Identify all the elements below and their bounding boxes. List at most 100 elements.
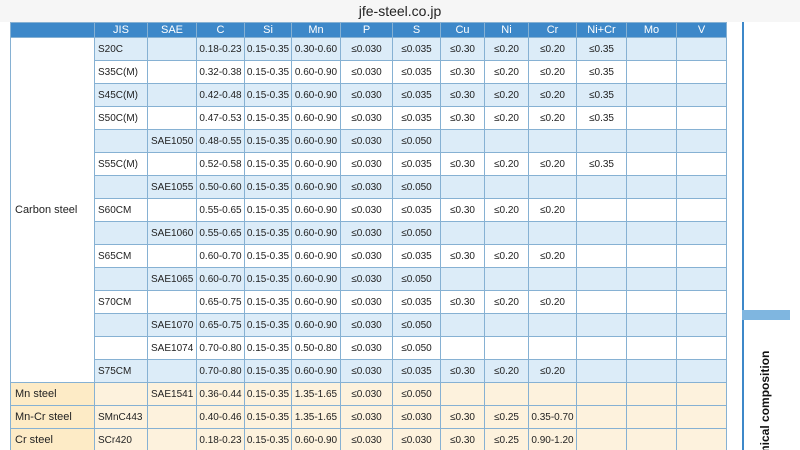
cell-mn: 0.60-0.90 [291, 221, 341, 245]
cell-jis [94, 267, 148, 291]
cell-cr [528, 267, 577, 291]
cell-c: 0.18-0.23 [196, 428, 245, 450]
cell-ni [484, 129, 529, 153]
cell-cr [528, 175, 577, 199]
cell-s: ≤0.035 [392, 83, 441, 107]
cell-mo [626, 106, 677, 130]
cell-s: ≤0.035 [392, 198, 441, 222]
cell-cr: ≤0.20 [528, 83, 577, 107]
cell-ni: ≤0.20 [484, 37, 529, 61]
cell-ni: ≤0.20 [484, 290, 529, 314]
cell-v [676, 83, 727, 107]
table-row: SAE1074 0.70-0.80 0.15-0.35 0.50-0.80 ≤0.030… [11, 336, 727, 360]
cell-s: ≤0.030 [392, 428, 441, 450]
cell-v [676, 60, 727, 84]
cell-v [676, 336, 727, 360]
cell-si: 0.15-0.35 [244, 336, 292, 360]
cell-jis: S55C(M) [94, 152, 148, 176]
cell-nicr [576, 336, 627, 360]
cell-nicr [576, 221, 627, 245]
cell-cr: ≤0.20 [528, 37, 577, 61]
cell-mn: 0.60-0.90 [291, 129, 341, 153]
side-section-marker [742, 310, 790, 320]
cell-nicr: ≤0.35 [576, 106, 627, 130]
cell-c: 0.50-0.60 [196, 175, 245, 199]
cell-v [676, 382, 727, 406]
cell-s: ≤0.035 [392, 290, 441, 314]
table-row: SAE1065 0.60-0.70 0.15-0.35 0.60-0.90 ≤0.030… [11, 267, 727, 291]
cell-c: 0.36-0.44 [196, 382, 245, 406]
cell-jis [94, 336, 148, 360]
table-row: SAE1070 0.65-0.75 0.15-0.35 0.60-0.90 ≤0.030… [11, 313, 727, 337]
header-mn: Mn [291, 22, 341, 38]
cell-v [676, 198, 727, 222]
cell-c: 0.60-0.70 [196, 244, 245, 268]
cell-si: 0.15-0.35 [244, 198, 292, 222]
table-row: S60CM 0.55-0.65 0.15-0.35 0.60-0.90 ≤0.030 ≤0… [11, 198, 727, 222]
cell-cu [440, 267, 485, 291]
cell-p: ≤0.030 [340, 198, 393, 222]
cell-s: ≤0.050 [392, 129, 441, 153]
cell-v [676, 290, 727, 314]
cell-jis [94, 382, 148, 406]
cell-mn: 0.60-0.90 [291, 244, 341, 268]
cell-jis [94, 129, 148, 153]
cell-c: 0.70-0.80 [196, 336, 245, 360]
cell-ni [484, 221, 529, 245]
cell-c: 0.65-0.75 [196, 290, 245, 314]
cell-sae [147, 428, 197, 450]
browser-address-bar[interactable]: jfe-steel.co.jp [0, 0, 800, 23]
cell-ni: ≤0.20 [484, 83, 529, 107]
cell-cr: ≤0.20 [528, 152, 577, 176]
cell-cu: ≤0.30 [440, 405, 485, 429]
cell-jis: S45C(M) [94, 83, 148, 107]
cell-nicr: ≤0.35 [576, 83, 627, 107]
cell-nicr [576, 405, 627, 429]
cell-p: ≤0.030 [340, 83, 393, 107]
cell-sae: SAE1055 [147, 175, 197, 199]
header-group [10, 22, 95, 38]
cell-jis: S60CM [94, 198, 148, 222]
cell-mn: 0.60-0.90 [291, 428, 341, 450]
cell-si: 0.15-0.35 [244, 267, 292, 291]
cell-ni: ≤0.25 [484, 428, 529, 450]
cell-s: ≤0.030 [392, 405, 441, 429]
cell-nicr [576, 129, 627, 153]
cell-nicr [576, 359, 627, 383]
group-label: Cr steel [10, 428, 95, 450]
cell-cr [528, 382, 577, 406]
url-text[interactable]: jfe-steel.co.jp [0, 0, 800, 22]
header-p: P [340, 22, 393, 38]
cell-nicr [576, 244, 627, 268]
cell-jis: SMnC443 [94, 405, 148, 429]
cell-si: 0.15-0.35 [244, 152, 292, 176]
cell-jis [94, 221, 148, 245]
cell-mn: 0.60-0.90 [291, 198, 341, 222]
cell-p: ≤0.030 [340, 267, 393, 291]
cell-mo [626, 221, 677, 245]
cell-p: ≤0.030 [340, 290, 393, 314]
cell-v [676, 267, 727, 291]
cell-s: ≤0.035 [392, 60, 441, 84]
cell-mn: 0.60-0.90 [291, 290, 341, 314]
group-label: Mn-Cr steel [10, 405, 95, 429]
cell-si: 0.15-0.35 [244, 313, 292, 337]
cell-si: 0.15-0.35 [244, 83, 292, 107]
cell-si: 0.15-0.35 [244, 405, 292, 429]
cell-mn: 0.50-0.80 [291, 336, 341, 360]
cell-cr: ≤0.20 [528, 106, 577, 130]
cell-cu: ≤0.30 [440, 428, 485, 450]
cell-jis [94, 175, 148, 199]
cell-sae [147, 405, 197, 429]
cell-s: ≤0.050 [392, 221, 441, 245]
cell-ni: ≤0.25 [484, 405, 529, 429]
cell-nicr [576, 175, 627, 199]
header-c: C [196, 22, 245, 38]
cell-nicr: ≤0.35 [576, 152, 627, 176]
cell-cr [528, 129, 577, 153]
cell-c: 0.47-0.53 [196, 106, 245, 130]
header-jis: JIS [94, 22, 148, 38]
table-row: SAE1050 0.48-0.55 0.15-0.35 0.60-0.90 ≤0.030… [11, 129, 727, 153]
cell-sae [147, 152, 197, 176]
cell-p: ≤0.030 [340, 428, 393, 450]
